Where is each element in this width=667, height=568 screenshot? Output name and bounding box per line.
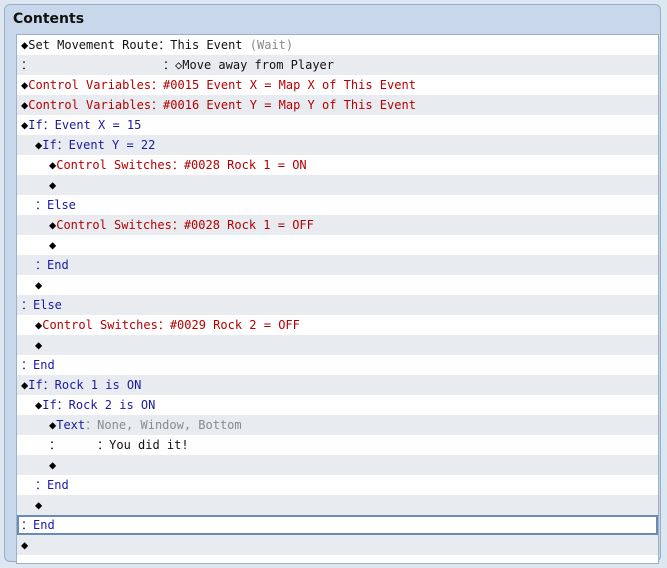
command-text: ： ： [49,438,110,452]
command-text: Control Switches：#0029 Rock 2 = OFF [42,318,300,332]
command-text: If：Event Y = 22 [42,138,156,152]
command-row[interactable]: ：Else [17,195,658,215]
command-row[interactable]: ◆ [17,335,658,355]
command-text: Text [56,418,86,432]
command-text: Control Variables：#0015 Event X = Map X … [28,78,416,92]
command-row[interactable]: ： ：You did it! [17,435,658,455]
command-row[interactable]: ◆Text：None, Window, Bottom [17,415,658,435]
command-text: ：End [21,518,55,532]
command-text: (Wait) [249,38,294,52]
command-row[interactable]: ：End [17,355,658,375]
command-text: If：Rock 1 is ON [28,378,142,392]
command-text: ： ： [21,58,176,72]
command-row[interactable]: ◆ [17,455,658,475]
command-row[interactable]: ：End [17,255,658,275]
command-text: ：End [35,478,69,492]
window-title: Contents [13,11,85,27]
event-command-list[interactable]: ◆Set Movement Route：This Event (Wait)： ：… [16,34,659,564]
command-marker-icon: ◆ [49,458,57,472]
command-row[interactable]: ：End [17,515,658,535]
command-row[interactable]: ◆ [17,235,658,255]
command-row[interactable]: ◆Control Variables：#0015 Event X = Map X… [17,75,658,95]
command-row[interactable]: ◆ [17,175,658,195]
command-row[interactable]: ◆Control Switches：#0028 Rock 1 = ON [17,155,658,175]
command-text: If：Rock 2 is ON [42,398,156,412]
command-text: ：End [35,258,69,272]
command-row[interactable]: ◆If：Event Y = 22 [17,135,658,155]
command-text: Set Movement Route： [28,38,171,52]
command-marker-icon: ◆ [35,278,43,292]
command-marker-icon: ◆ [35,498,43,512]
command-row[interactable]: ◆Control Switches：#0029 Rock 2 = OFF [17,315,658,335]
command-text: ：Else [21,298,62,312]
command-text: ◇Move away from Player [175,58,334,72]
command-text: Control Switches：#0028 Rock 1 = ON [56,158,307,172]
command-text: ：Else [35,198,76,212]
command-text: Control Switches：#0028 Rock 1 = OFF [56,218,314,232]
command-text: ：End [21,358,55,372]
command-row[interactable]: ◆ [17,275,658,295]
command-marker-icon: ◆ [49,238,57,252]
command-row[interactable]: ◆If：Event X = 15 [17,115,658,135]
command-text: This Event [170,38,250,52]
command-marker-icon: ◆ [35,338,43,352]
command-text: Control Variables：#0016 Event Y = Map Y … [28,98,416,112]
command-row[interactable]: ：End [17,475,658,495]
command-row[interactable]: ： ：◇Move away from Player [17,55,658,75]
command-row[interactable]: ◆ [17,495,658,515]
command-text: If：Event X = 15 [28,118,142,132]
contents-window: Contents ◆Set Movement Route：This Event … [4,4,661,564]
command-row[interactable]: ：Else [17,295,658,315]
command-row[interactable]: ◆Set Movement Route：This Event (Wait) [17,35,658,55]
command-row[interactable]: ◆If：Rock 1 is ON [17,375,658,395]
command-marker-icon: ◆ [21,538,29,552]
command-row[interactable]: ◆Control Variables：#0016 Event Y = Map Y… [17,95,658,115]
command-row[interactable]: ◆ [17,535,658,555]
command-text: ：None, Window, Bottom [85,418,242,432]
command-row[interactable]: ◆Control Switches：#0028 Rock 1 = OFF [17,215,658,235]
command-row[interactable]: ◆If：Rock 2 is ON [17,395,658,415]
command-marker-icon: ◆ [49,178,57,192]
command-text: You did it! [109,438,189,452]
